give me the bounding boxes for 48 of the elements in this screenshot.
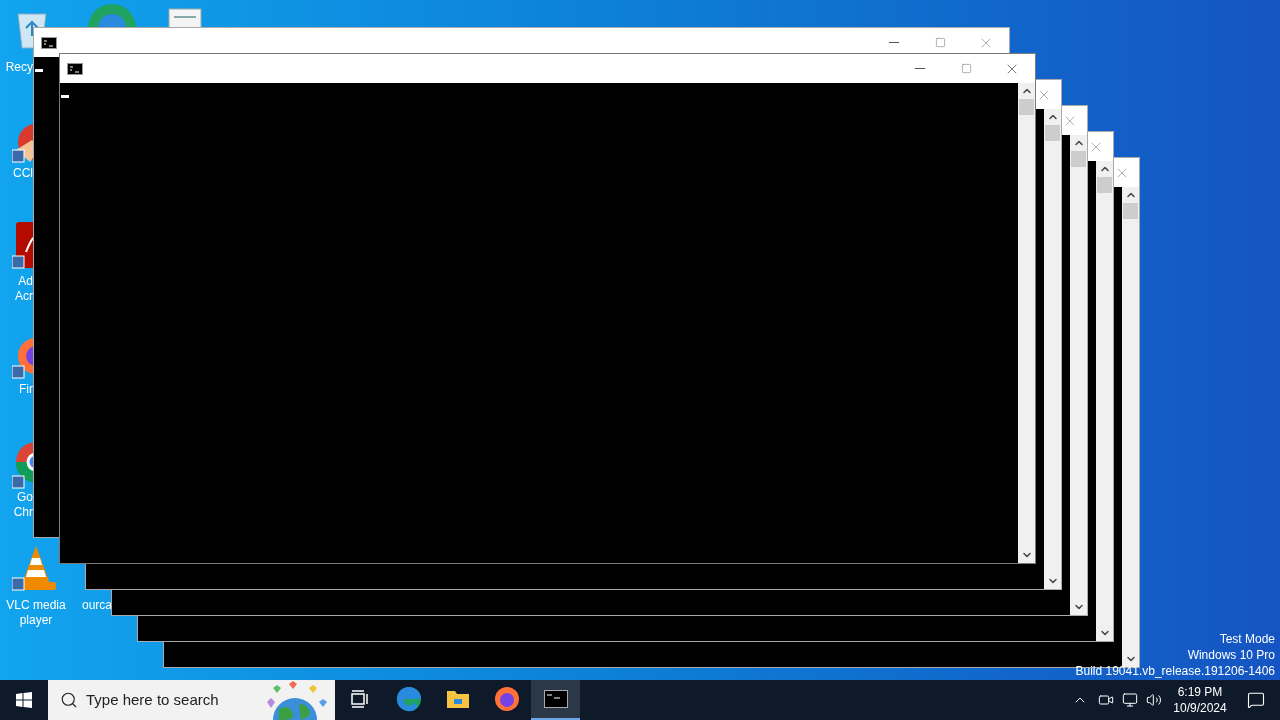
scrollbar[interactable] (1018, 83, 1035, 563)
network-icon[interactable] (1122, 692, 1138, 708)
desktop-icon-label[interactable]: Acr (15, 289, 33, 304)
system-watermark-text: Build 19041.vb_release.191206-1406 (1075, 663, 1275, 679)
scroll-thumb[interactable] (1097, 177, 1112, 193)
system-watermark-text: Windows 10 Pro (1187, 647, 1275, 663)
scrollbar[interactable] (1044, 109, 1061, 589)
desktop-icon-label[interactable]: CCl (13, 166, 33, 181)
scroll-thumb[interactable] (1071, 151, 1086, 167)
firefox-icon (493, 686, 520, 712)
clock[interactable]: 6:19 PM 10/9/2024 (1168, 684, 1232, 716)
system-watermark-text: Test Mode (1219, 631, 1275, 647)
desktop-icon-label[interactable]: Fir (19, 382, 33, 397)
scrollbar[interactable] (1070, 135, 1087, 615)
taskbar-app-button[interactable] (531, 680, 580, 720)
desktop-icon-label[interactable]: player (19, 613, 53, 628)
notification-icon (1247, 691, 1265, 709)
terminal-icon (543, 690, 568, 708)
acrobat-icon (12, 222, 34, 270)
windows-logo-icon (16, 692, 32, 708)
maximize-icon (934, 37, 946, 48)
scrollbar[interactable] (1122, 187, 1139, 667)
terminal-icon (67, 62, 83, 75)
text-cursor (61, 95, 69, 98)
scroll-thumb[interactable] (1123, 203, 1138, 219)
search-icon (60, 691, 78, 709)
task-view-icon (349, 690, 370, 708)
edge-icon (88, 4, 136, 28)
desktop-icon-label[interactable]: Recy (5, 60, 33, 75)
terminal-icon (41, 36, 57, 49)
search-input[interactable]: Type here to search (86, 688, 256, 712)
scrollbar[interactable] (1096, 161, 1113, 641)
edge-icon (395, 686, 422, 712)
desktop-icon-label[interactable]: VLC media (6, 598, 66, 613)
minimize-icon (889, 42, 899, 43)
desktop-icon-label[interactable]: Go (17, 490, 33, 505)
maximize-icon (960, 63, 972, 74)
minimize-icon (915, 68, 925, 69)
desktop-icon-label[interactable]: Ad (18, 274, 33, 289)
desktop-icon-label[interactable]: ourca (82, 598, 113, 613)
text-cursor (35, 69, 43, 72)
desktop-icon-label[interactable]: Chr (13, 505, 33, 520)
search-field[interactable]: Type here to search (48, 680, 335, 720)
volume-icon[interactable] (1146, 692, 1162, 708)
camera-icon[interactable] (1098, 692, 1114, 708)
scroll-thumb[interactable] (1019, 99, 1034, 115)
folder-icon (445, 689, 470, 709)
scroll-thumb[interactable] (1045, 125, 1060, 141)
